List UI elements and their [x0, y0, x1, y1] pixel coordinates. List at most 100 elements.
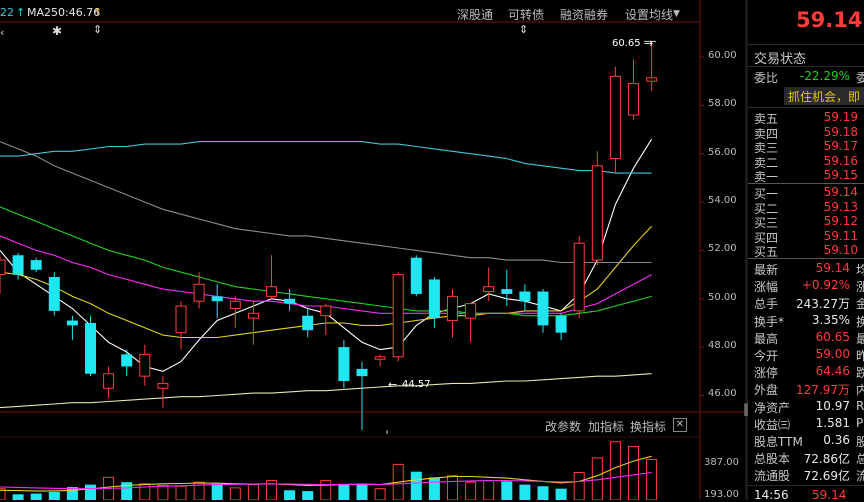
stat-row-label: 今开 [754, 349, 779, 363]
arrow-left-icon: ← [388, 378, 398, 391]
shenzhen-connect-button[interactable]: 深股通 [457, 6, 493, 23]
candle-body [66, 320, 78, 326]
weibi-value: -22.29% [799, 69, 850, 83]
candle-body [374, 356, 386, 360]
current-price: 59.14 [796, 8, 863, 32]
volume-bar [302, 491, 314, 500]
switch-indicator-button[interactable]: 换指标 [630, 418, 666, 435]
low-price-label: 44.57 [402, 379, 431, 390]
bid-row: 买一 59.14 [754, 185, 864, 201]
volume-bar [646, 459, 658, 500]
bid-row: 买三 59.12 [754, 214, 864, 230]
stat-row-edge: 涨 [856, 280, 864, 295]
moving-average-line [0, 141, 652, 174]
stat-row-value: 10.97 [815, 398, 850, 413]
convertible-bond-button[interactable]: 可转债 [508, 6, 544, 23]
stat-row-edge: 换 [856, 314, 864, 329]
stat-row: 外盘 127.97万内 [754, 381, 864, 397]
volume-bar [537, 486, 549, 500]
stat-row-value: 3.35% [811, 312, 850, 327]
candle-body [573, 242, 585, 312]
stat-row-edge: P [856, 415, 864, 430]
stat-row-edge: 昨 [856, 349, 864, 363]
bid-row-value: 59.13 [823, 199, 858, 214]
candle-body [12, 255, 24, 275]
stat-row-label: 收益㈢ [754, 417, 791, 432]
candle-body [229, 300, 241, 309]
candle-body [157, 382, 169, 389]
candle-body [392, 274, 404, 358]
add-indicator-button[interactable]: 加指标 [588, 418, 624, 435]
margin-trading-button[interactable]: 融资融券 [560, 6, 608, 23]
stat-row-value: 243.27万 [796, 297, 850, 312]
candle-body [139, 353, 151, 377]
moving-average-line [0, 235, 652, 314]
price-axis-tick: 58.00 [708, 98, 737, 110]
stat-row-edge: 跌 [856, 366, 864, 381]
candle-body [175, 305, 187, 334]
chevron-down-icon[interactable]: ▼ [673, 9, 680, 19]
stat-row-value: 72.69亿 [803, 469, 850, 484]
quote-panel: 59.14 交易状态 委比 -22.29% 委 抓住机会，即 卖五 59.19 卖四… [748, 0, 864, 502]
moving-average-line [0, 138, 653, 372]
ma250-label: MA250:46.76 [27, 6, 101, 19]
candle-body [501, 289, 513, 294]
stat-row-edge: 最 [856, 331, 864, 346]
weibi-label: 委比 [754, 71, 779, 85]
price-axis-tick: 54.00 [708, 195, 737, 207]
stat-row-value: 64.46 [815, 364, 850, 379]
volume-bar [157, 484, 169, 500]
moving-average-line [0, 373, 652, 409]
volume-bar [247, 484, 259, 500]
price-axis-tick: 52.00 [708, 243, 737, 255]
stat-row-label: 总手 [754, 297, 779, 312]
volume-bar [211, 483, 223, 500]
volume-bar [338, 483, 350, 500]
stat-row-value: +0.92% [801, 278, 850, 293]
candle-body [428, 279, 440, 319]
bid-row-value: 59.12 [823, 214, 858, 229]
candle-body [48, 277, 60, 311]
stat-row: 最高 60.65 最 [754, 329, 864, 346]
volume-bar [85, 484, 96, 500]
stat-row: 净资产 10.97 R [754, 398, 864, 415]
stat-row-value: 0.36 [823, 433, 850, 447]
volume-axis-tick: 387.00 [704, 457, 739, 468]
close-icon[interactable]: ✕ [673, 418, 687, 432]
set-ma-button[interactable]: 设置均线 [625, 6, 673, 23]
arrow-right-icon: → [644, 37, 654, 50]
candle-body [465, 303, 477, 319]
stat-row: 涨幅 +0.92% 涨 [754, 278, 864, 295]
stat-row-edge: 金 [856, 297, 864, 312]
volume-bar [356, 483, 368, 500]
stat-row-label: 流通股 [754, 469, 791, 484]
candle-body [338, 347, 350, 381]
volume-axis-tick: 193.00 [704, 489, 739, 500]
volume-bar [48, 491, 60, 500]
stat-row-value: 60.65 [815, 329, 850, 344]
change-params-button[interactable]: 改参数 [545, 418, 581, 435]
kline-chart-area[interactable]: 22 ↑ MA250:46.76 ↑ 深股通 可转债 融资融券 设置均线 ▼ ‹… [0, 0, 745, 500]
stat-row-edge: R [856, 398, 864, 413]
candle-body [211, 296, 223, 302]
high-price-label: 60.65 [612, 38, 641, 49]
volume-bar [175, 485, 187, 500]
stat-row-value: 1.581 [815, 415, 850, 430]
stat-row-label: 涨幅 [754, 280, 779, 295]
candle-body [447, 295, 458, 322]
volume-bar [30, 493, 42, 500]
candle-body [85, 322, 96, 374]
ma-prefix-label: 22 [0, 6, 14, 19]
stat-row: 今开 59.00 昨 [754, 347, 864, 363]
stat-row-label: 换手* [754, 314, 785, 329]
candle-body [591, 165, 603, 261]
stat-row: 股息TTM 0.36 股 [754, 433, 864, 449]
candle-body [320, 305, 332, 317]
asterisk-marker-icon: ✱ [52, 24, 63, 38]
stat-row: 收益㈢ 1.581 P [754, 415, 864, 432]
stat-row-edge: 股 [856, 435, 864, 449]
candle-body [537, 291, 549, 326]
stat-row-label: 总股本 [754, 452, 791, 467]
volume-bar [519, 484, 531, 500]
slogan-banner[interactable]: 抓住机会，即 [784, 87, 864, 105]
